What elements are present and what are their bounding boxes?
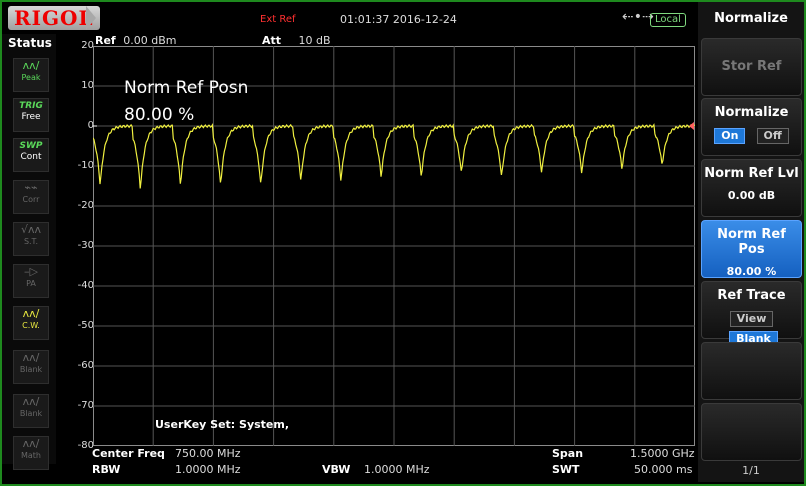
y-tick: -70 — [77, 400, 94, 411]
swp-label: SWP — [19, 141, 43, 151]
status-panel: Status ʌʌ∕ Peak TRIG Free SWP Cont ⌁⌁ Co… — [2, 34, 56, 470]
status-swp[interactable]: SWP Cont — [13, 138, 49, 172]
vbw-value: 1.0000 MHz — [364, 463, 430, 476]
span-label[interactable]: Span — [552, 447, 583, 460]
status-math[interactable]: ʌʌ∕ Math — [13, 436, 49, 470]
stor-ref-button[interactable]: Stor Ref — [701, 38, 802, 96]
status-label: Cont — [20, 152, 42, 162]
y-tick: 0 — [87, 120, 94, 131]
span-value: 1.5000 GHz — [630, 447, 695, 460]
y-tick: -60 — [77, 360, 94, 371]
softkey-label: Normalize — [714, 105, 789, 120]
trig-label: TRIG — [19, 101, 43, 111]
status-cw[interactable]: ʌʌ∕ C.W. — [13, 306, 49, 340]
ref-position-marker — [689, 122, 694, 130]
local-badge[interactable]: Local — [650, 13, 686, 27]
softkey-label: Norm Ref Pos — [717, 227, 786, 257]
y-tick: 10 — [81, 80, 94, 91]
status-blank-2[interactable]: ʌʌ∕ Blank — [13, 394, 49, 428]
rbw-value: 1.0000 MHz — [175, 463, 241, 476]
normalize-toggle[interactable]: Normalize On Off — [701, 98, 802, 156]
status-peak[interactable]: ʌʌ∕ Peak — [13, 58, 49, 92]
status-label: C.W. — [22, 321, 40, 330]
norm-ref-posn-title: Norm Ref Posn — [124, 78, 249, 98]
swt-value: 50.000 ms — [634, 463, 693, 476]
status-pa[interactable]: –▷ PA — [13, 264, 49, 298]
userkey-set: UserKey Set: System, — [155, 418, 290, 431]
y-tick: -20 — [77, 200, 94, 211]
center-freq-label[interactable]: Center Freq — [92, 447, 165, 460]
st-icon: √ʌʌ — [20, 223, 42, 236]
pa-icon: –▷ — [24, 265, 38, 278]
y-tick: -10 — [77, 160, 94, 171]
datetime-display: 01:01:37 2016-12-24 — [340, 13, 457, 26]
norm-ref-lvl-button[interactable]: Norm Ref Lvl 0.00 dB — [701, 159, 802, 217]
menu-title: Normalize — [714, 11, 788, 26]
rbw-label[interactable]: RBW — [92, 463, 120, 476]
norm-ref-pos-button[interactable]: Norm Ref Pos 80.00 % — [701, 220, 802, 278]
status-label: Free — [21, 112, 41, 122]
status-title: Status — [8, 36, 52, 50]
ref-trace-view-option[interactable]: View — [729, 311, 774, 327]
status-corr[interactable]: ⌁⌁ Corr — [13, 180, 49, 214]
vbw-label[interactable]: VBW — [322, 463, 350, 476]
status-st[interactable]: √ʌʌ S.T. — [13, 222, 49, 256]
status-label: PA — [26, 279, 36, 288]
status-trig[interactable]: TRIG Free — [13, 98, 49, 132]
norm-ref-posn-value: 80.00 % — [124, 105, 195, 125]
normalize-on-option[interactable]: On — [714, 128, 746, 144]
swt-label[interactable]: SWT — [552, 463, 580, 476]
math-icon: ʌʌ∕ — [22, 437, 40, 450]
softkey-value: 80.00 % — [726, 265, 777, 278]
ref-trace-toggle[interactable]: Ref Trace View Blank — [701, 281, 802, 347]
softkey-label: Stor Ref — [721, 59, 782, 74]
empty-softkey-2[interactable] — [701, 403, 802, 461]
soft-menu: Normalize Stor Ref Normalize On Off Norm… — [698, 2, 804, 482]
y-tick: -30 — [77, 240, 94, 251]
status-label: Peak — [21, 73, 41, 82]
softkey-value: 0.00 dB — [727, 189, 776, 202]
ext-ref-indicator: Ext Ref — [260, 14, 296, 25]
normalize-off-option[interactable]: Off — [756, 128, 789, 144]
cw-icon: ʌʌ∕ — [22, 307, 40, 320]
status-label: Math — [20, 451, 41, 460]
softkey-label: Ref Trace — [717, 288, 786, 303]
status-label: S.T. — [23, 237, 39, 246]
y-tick: 20 — [81, 40, 94, 51]
menu-page-indicator: 1/1 — [742, 464, 760, 477]
usb-icon: ⇠•⇢ — [622, 9, 654, 25]
blank-icon: ʌʌ∕ — [22, 351, 40, 364]
status-label: Blank — [19, 365, 43, 374]
status-blank-1[interactable]: ʌʌ∕ Blank — [13, 350, 49, 384]
softkey-label: Norm Ref Lvl — [704, 166, 799, 181]
y-tick: -40 — [77, 280, 94, 291]
y-tick: -50 — [77, 320, 94, 331]
corr-icon: ⌁⌁ — [24, 181, 38, 194]
logo-arrow-icon — [86, 6, 96, 30]
status-label: Corr — [22, 195, 40, 204]
empty-softkey-1[interactable] — [701, 342, 802, 400]
blank-icon: ʌʌ∕ — [22, 395, 40, 408]
status-label: Blank — [19, 409, 43, 418]
center-freq-value: 750.00 MHz — [175, 447, 241, 460]
analyzer-screen: RIGOL Ext Ref 01:01:37 2016-12-24 ⇠•⇢ Lo… — [0, 0, 806, 486]
peak-icon: ʌʌ∕ — [22, 59, 40, 72]
bottom-params: Center Freq 750.00 MHz Span 1.5000 GHz R… — [56, 446, 696, 482]
top-bar: RIGOL Ext Ref 01:01:37 2016-12-24 ⇠•⇢ Lo… — [2, 2, 696, 34]
